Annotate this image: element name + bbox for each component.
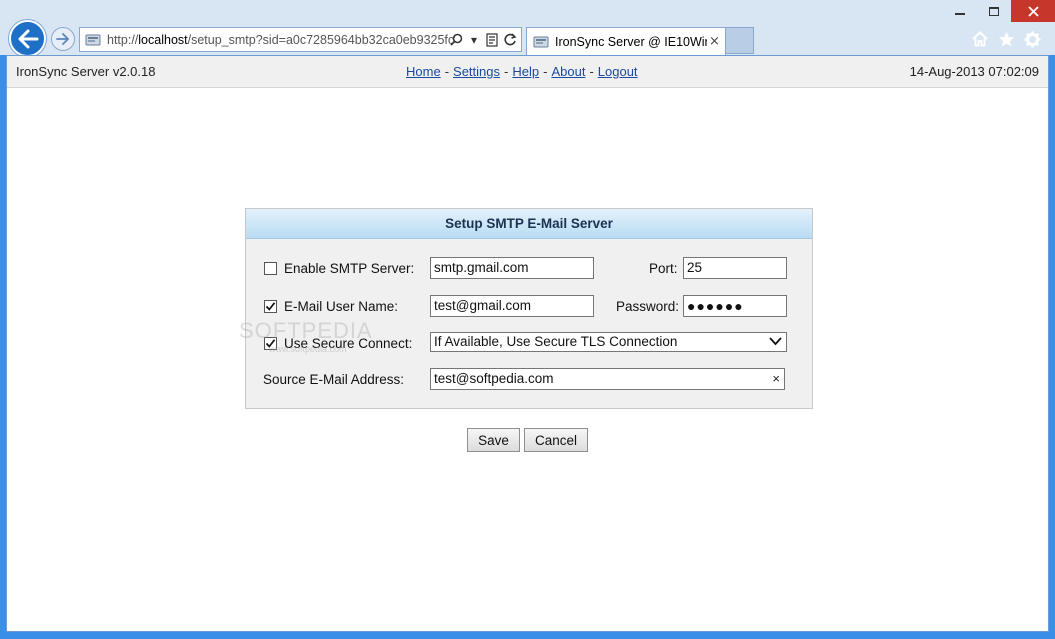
secure-connect-row: Use Secure Connect: If Available, Use Se…: [246, 332, 812, 356]
close-window-button[interactable]: [1011, 0, 1055, 22]
user-name-label: E-Mail User Name:: [284, 299, 399, 314]
user-name-checkbox[interactable]: [264, 300, 277, 313]
minimize-button[interactable]: [943, 0, 977, 22]
port-label: Port:: [649, 261, 678, 276]
nav-about-link[interactable]: About: [551, 64, 585, 79]
smtp-server-input[interactable]: smtp.gmail.com: [430, 257, 594, 279]
source-email-value: test@softpedia.com: [434, 371, 554, 386]
forward-arrow-icon: [56, 33, 69, 45]
nav-links: Home - Settings - Help - About - Logout: [406, 64, 638, 79]
close-icon: [1027, 5, 1039, 17]
url-prefix: http://: [107, 32, 139, 47]
url-path: /setup_smtp?sid=a0c7285964bb32ca0eb9325f…: [187, 32, 455, 47]
enable-smtp-row: Enable SMTP Server: smtp.gmail.com Port:…: [246, 257, 812, 281]
checkmark-icon: [265, 339, 276, 348]
tab-ironsync[interactable]: IronSync Server @ IE10Win8... ×: [526, 27, 726, 55]
app-header: IronSync Server v2.0.18 Home - Settings - He…: [7, 56, 1048, 88]
favorites-star-icon[interactable]: [997, 30, 1015, 48]
nav-settings-link[interactable]: Settings: [453, 64, 500, 79]
address-dropdown-icon[interactable]: ▾: [467, 31, 481, 48]
enable-smtp-label: Enable SMTP Server:: [284, 261, 415, 276]
page-viewport: IronSync Server v2.0.18 Home - Settings - He…: [6, 55, 1049, 632]
site-icon: [85, 34, 101, 45]
nav-separator: -: [504, 64, 509, 79]
nav-separator: -: [543, 64, 548, 79]
user-name-row: E-Mail User Name: test@gmail.com Passwor…: [246, 295, 812, 319]
cancel-button[interactable]: Cancel: [524, 428, 588, 452]
app-name: IronSync Server v2.0.18: [16, 64, 156, 79]
refresh-icon[interactable]: [503, 31, 517, 48]
home-icon[interactable]: [971, 30, 989, 48]
new-tab-button[interactable]: [726, 27, 754, 54]
header-datetime: 14-Aug-2013 07:02:09: [909, 64, 1039, 79]
tab-site-icon: [533, 36, 549, 47]
back-button[interactable]: [9, 20, 46, 57]
back-arrow-icon: [18, 29, 38, 48]
tab-close-icon[interactable]: ×: [709, 34, 720, 49]
source-email-row: Source E-Mail Address: test@softpedia.co…: [246, 368, 812, 392]
address-bar[interactable]: http://localhost/setup_smtp?sid=a0c72859…: [79, 27, 522, 52]
port-input[interactable]: 25: [683, 257, 787, 279]
settings-gear-icon[interactable]: [1023, 30, 1041, 48]
nav-separator: -: [589, 64, 594, 79]
password-label: Password:: [616, 299, 680, 314]
user-name-input[interactable]: test@gmail.com: [430, 295, 594, 317]
chevron-down-icon: [769, 337, 782, 346]
browser-chrome: http://localhost/setup_smtp?sid=a0c72859…: [0, 0, 1055, 57]
secure-connect-selected: If Available, Use Secure TLS Connection: [434, 334, 678, 349]
nav-logout-link[interactable]: Logout: [598, 64, 638, 79]
enable-smtp-checkbox[interactable]: [264, 262, 277, 275]
window-controls: [943, 0, 1055, 22]
url-host: localhost: [138, 32, 188, 47]
maximize-button[interactable]: [977, 0, 1011, 22]
source-email-label: Source E-Mail Address:: [263, 372, 405, 387]
dialog-title: Setup SMTP E-Mail Server: [246, 209, 812, 239]
compatibility-view-icon[interactable]: [485, 31, 499, 48]
save-button[interactable]: Save: [467, 428, 520, 452]
clear-input-icon[interactable]: ×: [772, 369, 780, 389]
nav-separator: -: [444, 64, 450, 79]
secure-connect-select[interactable]: If Available, Use Secure TLS Connection: [430, 332, 787, 352]
tab-title: IronSync Server @ IE10Win8...: [555, 34, 707, 49]
password-input[interactable]: ●●●●●●: [683, 295, 787, 317]
secure-connect-label: Use Secure Connect:: [284, 336, 413, 351]
smtp-setup-dialog: Setup SMTP E-Mail Server Enable SMTP Ser…: [245, 208, 813, 409]
nav-help-link[interactable]: Help: [512, 64, 539, 79]
forward-button[interactable]: [51, 27, 75, 51]
url-text[interactable]: http://localhost/setup_smtp?sid=a0c72859…: [107, 33, 455, 47]
source-email-input[interactable]: test@softpedia.com ×: [430, 368, 785, 390]
nav-home-link[interactable]: Home: [406, 64, 441, 79]
search-icon[interactable]: [449, 31, 463, 48]
secure-connect-checkbox[interactable]: [264, 337, 277, 350]
checkmark-icon: [265, 302, 276, 311]
